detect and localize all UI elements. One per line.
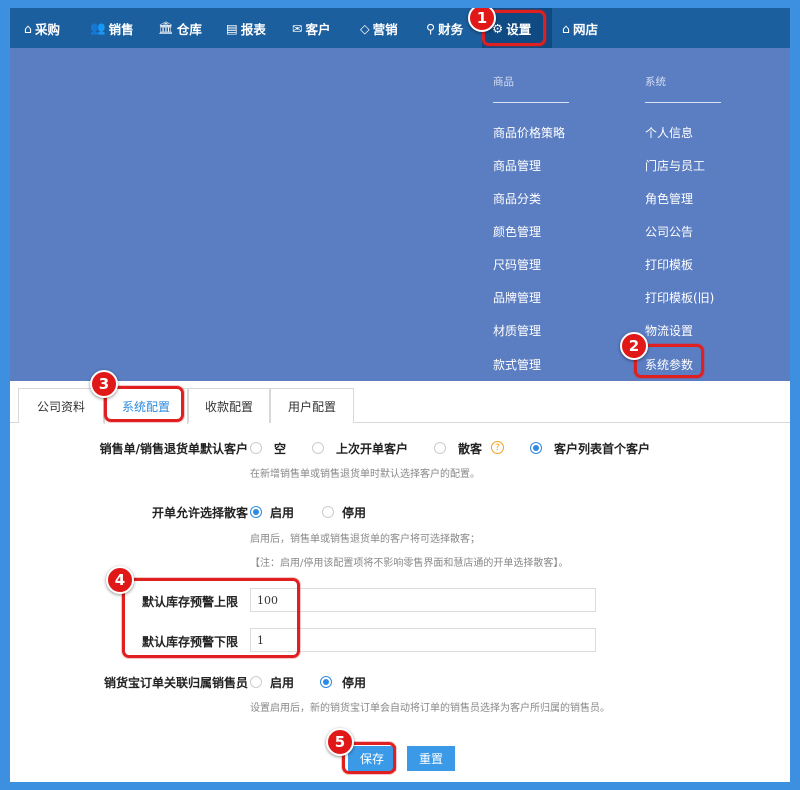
nav-purchase-label: 采购 (34, 21, 60, 37)
menu-style-manage[interactable]: 款式管理 (493, 356, 541, 373)
nav-sales[interactable]: 👥 销售 (80, 8, 144, 48)
menu-goods-category[interactable]: 商品分类 (493, 190, 541, 207)
reset-button[interactable]: 重置 (407, 746, 455, 771)
allow-walkin-hint: 启用后，销售单或销售退货单的客户将可选择散客； (250, 534, 480, 545)
allow-walkin-note: 【注：启用/停用该配置项将不影响零售界面和慧店通的开单选择散客】。 (250, 558, 569, 569)
highlight-system-config-tab (104, 386, 184, 422)
allow-walkin-label: 开单允许选择散客 (151, 506, 248, 520)
settings-dropdown: 商品 系统 商品价格策略 商品管理 商品分类 颜色管理 尺码管理 品牌管理 材质… (10, 48, 790, 381)
nav-customers-label: 客户 (305, 21, 331, 37)
dropdown-divider (493, 102, 569, 103)
radio-salesperson-disable[interactable] (320, 676, 332, 688)
tab-user-config[interactable]: 用户配置 (270, 388, 354, 423)
menu-personal-info[interactable]: 个人信息 (645, 124, 693, 141)
nav-marketing-label: 营销 (372, 21, 398, 37)
tab-company-info[interactable]: 公司资料 (18, 388, 104, 423)
nav-marketing[interactable]: ◇ 营销 (350, 8, 408, 48)
step-marker-4: 4 (106, 566, 134, 594)
menu-size-manage[interactable]: 尺码管理 (493, 256, 541, 273)
option-salesperson-enable-label: 启用 (270, 676, 295, 690)
nav-warehouse[interactable]: 🏛 仓库 (148, 8, 212, 48)
nav-purchase[interactable]: ⌂ 采购 (14, 8, 70, 48)
mail-icon: ✉ (292, 20, 303, 36)
step-marker-3: 3 (90, 370, 118, 398)
nav-webshop-label: 网店 (572, 21, 598, 37)
menu-color-manage[interactable]: 颜色管理 (493, 223, 541, 240)
highlight-stock-limits (122, 578, 300, 658)
nav-sales-label: 销售 (108, 21, 134, 37)
menu-price-strategy[interactable]: 商品价格策略 (493, 124, 565, 141)
dropdown-header-goods: 商品 (493, 76, 514, 88)
menu-logistics[interactable]: 物流设置 (645, 322, 693, 339)
nav-reports-label: 报表 (240, 21, 266, 37)
radio-walkin[interactable] (434, 442, 446, 454)
option-salesperson-disable-label: 停用 (342, 676, 367, 690)
stock-upper-input[interactable] (250, 588, 596, 612)
radio-first-customer[interactable] (530, 442, 542, 454)
salesperson-label: 销货宝订单关联归属销售员 (103, 676, 248, 690)
shop-icon: ⌂ (562, 20, 570, 36)
menu-material-manage[interactable]: 材质管理 (493, 322, 541, 339)
report-icon: ▤ (226, 20, 238, 36)
menu-brand-manage[interactable]: 品牌管理 (493, 289, 541, 306)
warehouse-icon: 🏛 (158, 20, 174, 35)
nav-customers[interactable]: ✉ 客户 (282, 8, 341, 48)
nav-reports[interactable]: ▤ 报表 (216, 8, 276, 48)
salesperson-hint: 设置启用后，新的销货宝订单会自动将订单的销售员选择为客户所归属的销售员。 (250, 703, 610, 714)
nav-warehouse-label: 仓库 (176, 21, 202, 37)
radio-empty[interactable] (250, 442, 262, 454)
default-customer-label: 销售单/销售退货单默认客户 (99, 442, 248, 456)
step-marker-2: 2 (620, 332, 648, 360)
option-first-customer-label: 客户列表首个客户 (554, 442, 651, 456)
users-icon: 👥 (90, 20, 106, 35)
menu-print-template[interactable]: 打印模板 (645, 256, 693, 273)
menu-store-staff[interactable]: 门店与员工 (645, 157, 705, 174)
app-frame: ⌂ 采购 👥 销售 🏛 仓库 ▤ 报表 ✉ 客户 ◇ 营销 ⚲ 财务 ⚙ 设置 … (10, 8, 790, 782)
radio-salesperson-enable[interactable] (250, 676, 262, 688)
default-customer-hint: 在新增销售单或销售退货单时默认选择客户的配置。 (250, 469, 480, 480)
home-icon: ⌂ (24, 20, 32, 36)
radio-last-customer[interactable] (312, 442, 324, 454)
help-icon[interactable]: ? (491, 441, 504, 454)
option-walkin-label: 散客 (458, 442, 483, 456)
dropdown-header-system: 系统 (645, 76, 666, 88)
radio-walkin-enable[interactable] (250, 506, 262, 518)
tag-icon: ◇ (360, 20, 370, 36)
money-icon: ⚲ (426, 20, 436, 36)
step-marker-5: 5 (326, 728, 354, 756)
menu-goods-manage[interactable]: 商品管理 (493, 157, 541, 174)
radio-walkin-disable[interactable] (322, 506, 334, 518)
menu-role-manage[interactable]: 角色管理 (645, 190, 693, 207)
stock-lower-input[interactable] (250, 628, 596, 652)
dropdown-divider (645, 102, 721, 103)
menu-print-template-old[interactable]: 打印模板(旧) (645, 289, 714, 306)
option-empty-label: 空 (274, 442, 287, 456)
option-walkin-disable-label: 停用 (342, 506, 367, 520)
option-walkin-enable-label: 启用 (270, 506, 295, 520)
nav-webshop[interactable]: ⌂ 网店 (552, 8, 608, 48)
option-last-customer-label: 上次开单客户 (336, 442, 409, 456)
top-navigation: ⌂ 采购 👥 销售 🏛 仓库 ▤ 报表 ✉ 客户 ◇ 营销 ⚲ 财务 ⚙ 设置 … (10, 8, 790, 48)
menu-company-notice[interactable]: 公司公告 (645, 223, 693, 240)
nav-finance-label: 财务 (438, 21, 464, 37)
nav-finance[interactable]: ⚲ 财务 (416, 8, 473, 48)
tab-payment-config[interactable]: 收款配置 (188, 388, 270, 423)
